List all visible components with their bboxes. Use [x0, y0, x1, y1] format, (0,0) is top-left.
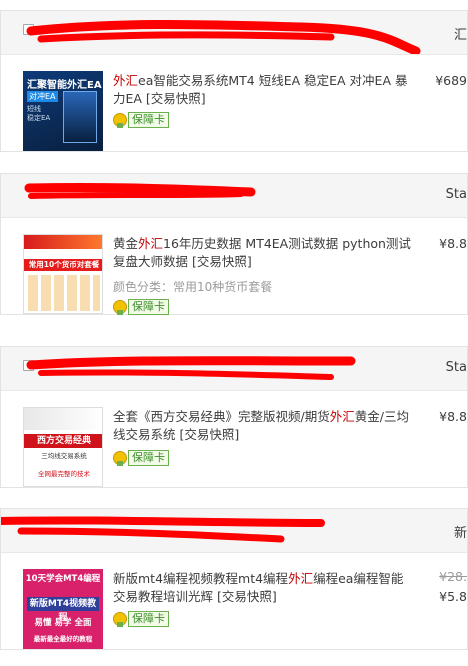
- order-header: 新: [1, 509, 467, 553]
- redaction-scribble: [26, 356, 356, 380]
- thumb-header-bar: [24, 235, 102, 249]
- item-price: ¥8.8: [439, 409, 467, 424]
- order-card: 汇 汇聚智能外汇EA 对冲EA 短线 稳定EA 外汇ea智能交易系统MT4 短线…: [0, 10, 468, 152]
- redaction-scribble: [24, 182, 256, 199]
- redaction-scribble: [1, 516, 325, 543]
- guarantee-badge[interactable]: 保障卡: [113, 299, 169, 315]
- badge-label: 保障卡: [128, 299, 169, 315]
- order-item: 汇聚智能外汇EA 对冲EA 短线 稳定EA 外汇ea智能交易系统MT4 短线EA…: [1, 55, 467, 151]
- title-text: 黄金: [113, 236, 139, 251]
- order-item: 10天学会MT4编程 新版MT4视频教程 易懂 易学 全面 最新最全最好的教程 …: [1, 553, 467, 649]
- product-title-link[interactable]: 黄金外汇16年历史数据 MT4EA测试数据 python测试 复盘大师数据 [交…: [113, 235, 413, 271]
- product-title-link[interactable]: 新版mt4编程视频教程mt4编程外汇编程ea编程智能交易教程培训光辉 [交易快照…: [113, 570, 413, 606]
- redaction-scribble: [26, 20, 421, 54]
- shield-icon: [113, 300, 127, 315]
- product-title-link[interactable]: 外汇ea智能交易系统MT4 短线EA 稳定EA 对冲EA 暴力EA [交易快照]: [113, 72, 413, 108]
- badge-label: 保障卡: [128, 611, 169, 627]
- thumb-text: 10天学会MT4编程: [25, 574, 101, 584]
- title-text: 全套《西方交易经典》完整版视频/期货: [113, 409, 330, 424]
- keyword-highlight: 外汇: [329, 409, 355, 424]
- item-price: ¥8.8: [439, 236, 467, 251]
- shield-icon: [113, 612, 127, 627]
- item-price: ¥5.8: [439, 589, 467, 604]
- order-header: Sta: [1, 174, 467, 218]
- thumb-text: 西方交易经典: [24, 434, 102, 448]
- thumb-text: 短线 稳定EA: [27, 105, 51, 122]
- shield-icon: [113, 113, 127, 128]
- badge-label: 保障卡: [128, 450, 169, 466]
- thumb-text: 新版MT4视频教程: [27, 597, 99, 623]
- thumb-text: 对冲EA: [27, 91, 58, 102]
- thumb-grid: [28, 275, 100, 311]
- guarantee-badge[interactable]: 保障卡: [113, 611, 169, 627]
- guarantee-badge[interactable]: 保障卡: [113, 112, 169, 128]
- thumb-text: 常用10个货币对套餐: [24, 259, 102, 271]
- product-thumbnail[interactable]: 西方交易经典 三均线交易系统 全网最完整的技术: [23, 407, 103, 487]
- badge-label: 保障卡: [128, 112, 169, 128]
- item-original-price: ¥28.: [439, 569, 467, 584]
- product-thumbnail[interactable]: 10天学会MT4编程 新版MT4视频教程 易懂 易学 全面 最新最全最好的教程: [23, 569, 103, 649]
- guarantee-badge[interactable]: 保障卡: [113, 450, 169, 466]
- item-price: ¥689: [435, 73, 467, 88]
- product-thumbnail[interactable]: 常用10个货币对套餐: [23, 234, 103, 314]
- order-card: 新 10天学会MT4编程 新版MT4视频教程 易懂 易学 全面 最新最全最好的教…: [0, 508, 468, 650]
- keyword-highlight: 外汇: [288, 571, 314, 586]
- keyword-highlight: 外汇: [138, 236, 164, 251]
- title-text: ea智能交易系统MT4 短线EA 稳定EA 对冲EA 暴力EA [交易快照]: [113, 73, 408, 106]
- thumb-text: 汇聚智能外汇EA: [27, 80, 102, 91]
- title-text: 新版mt4编程视频教程mt4编程: [113, 571, 289, 586]
- order-card: Sta 西方交易经典 三均线交易系统 全网最完整的技术 全套《西方交易经典》完整…: [0, 346, 468, 488]
- thumb-header-bar: [24, 408, 102, 430]
- product-thumbnail[interactable]: 汇聚智能外汇EA 对冲EA 短线 稳定EA: [23, 71, 103, 151]
- thumb-text: 易懂 易学 全面: [34, 618, 92, 628]
- order-header: Sta: [1, 347, 467, 391]
- shield-icon: [113, 451, 127, 466]
- order-header: 汇: [1, 11, 467, 55]
- order-item: 西方交易经典 三均线交易系统 全网最完整的技术 全套《西方交易经典》完整版视频/…: [1, 391, 467, 487]
- thumb-text: 三均线交易系统: [41, 452, 87, 460]
- order-item: 常用10个货币对套餐 黄金外汇16年历史数据 MT4EA测试数据 python测…: [1, 218, 467, 315]
- order-card: Sta 常用10个货币对套餐 黄金外汇16年历史数据 MT4EA测试数据 pyt…: [0, 173, 468, 315]
- product-title-link[interactable]: 全套《西方交易经典》完整版视频/期货外汇黄金/三均线交易系统 [交易快照]: [113, 408, 413, 444]
- item-variant: 颜色分类：常用10种货币套餐: [113, 280, 273, 294]
- product-box-image: [63, 91, 97, 143]
- thumb-text: 全网最完整的技术: [38, 470, 90, 478]
- keyword-highlight: 外汇: [113, 73, 139, 88]
- thumb-text: 最新最全最好的教程: [33, 635, 93, 643]
